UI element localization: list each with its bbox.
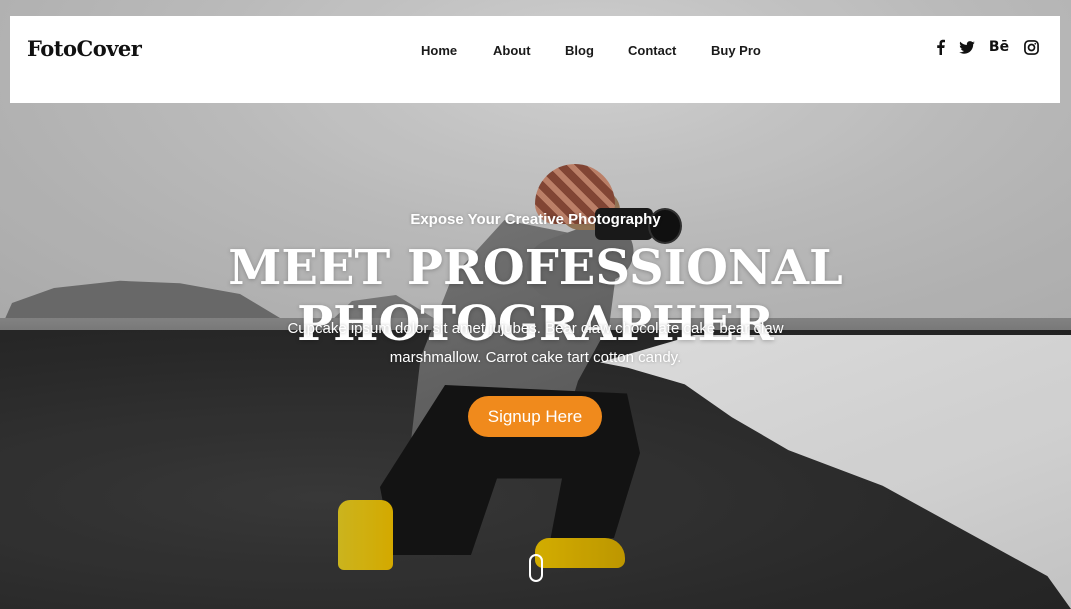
site-header: FotoCover Home About Blog Contact Buy Pr… <box>10 16 1060 103</box>
nav-contact[interactable]: Contact <box>628 43 676 58</box>
scroll-down-icon[interactable] <box>529 554 543 582</box>
instagram-icon[interactable] <box>1022 38 1040 56</box>
nav-about[interactable]: About <box>493 43 531 58</box>
twitter-glyph <box>959 40 975 54</box>
behance-icon[interactable]: Bē <box>988 38 1010 56</box>
hero-tagline: Expose Your Creative Photography <box>410 211 661 228</box>
nav-buy-pro[interactable]: Buy Pro <box>711 43 761 58</box>
hero-description: Cupcake ipsum dolor sit amet jujubes. Be… <box>287 320 784 366</box>
instagram-glyph <box>1023 39 1039 55</box>
nav-home[interactable]: Home <box>421 43 457 58</box>
facebook-icon[interactable] <box>934 38 946 56</box>
main-nav: Home About Blog Contact Buy Pro <box>10 43 1060 63</box>
nav-blog[interactable]: Blog <box>565 43 594 58</box>
signup-button[interactable]: Signup Here <box>468 396 602 437</box>
behance-glyph: Bē <box>988 39 1010 55</box>
facebook-glyph <box>936 39 945 55</box>
twitter-icon[interactable] <box>958 38 976 56</box>
hero-section: FotoCover Home About Blog Contact Buy Pr… <box>0 0 1071 609</box>
